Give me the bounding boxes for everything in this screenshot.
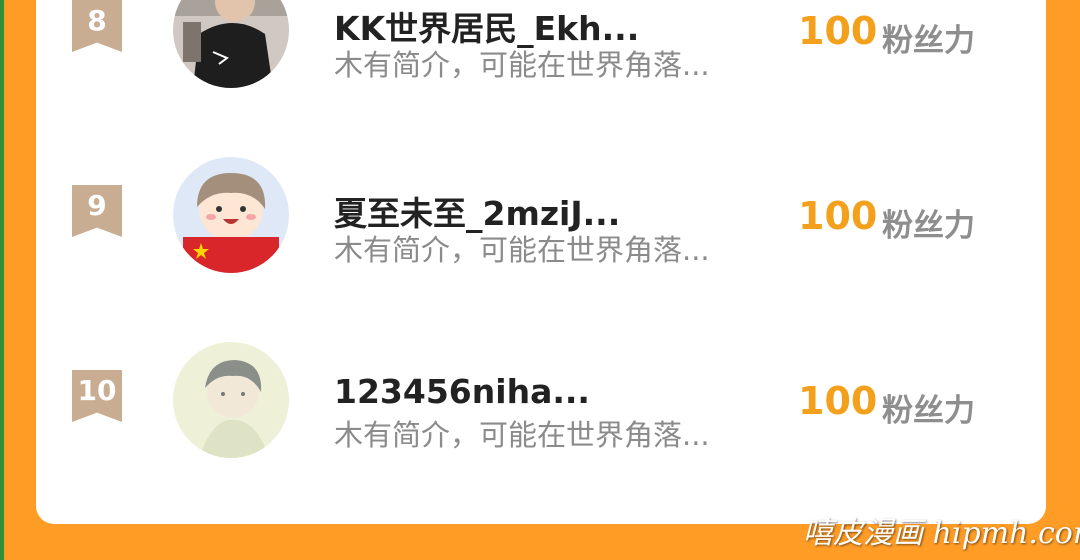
fan-power-label: 粉丝力: [882, 23, 975, 59]
user-avatar[interactable]: [173, 157, 289, 273]
user-name[interactable]: 123456niha...: [334, 372, 590, 411]
rank-number: 9: [87, 189, 107, 222]
rank-badge: 8: [72, 0, 122, 52]
rank-number: 10: [77, 374, 117, 407]
fan-power-value: 100: [798, 194, 878, 238]
ranking-card: 8 KK世界居民_Ekh... 木有简介，可能在世界角落... 100 粉丝力 …: [36, 0, 1046, 524]
fan-power-value: 100: [798, 379, 878, 423]
fan-power-value: 100: [798, 9, 878, 53]
user-avatar[interactable]: [173, 0, 289, 88]
left-edge-strip: [0, 0, 4, 560]
ranking-row[interactable]: 10 123456niha... 木有简介，可能在世界角落... 100 粉丝力: [36, 330, 1046, 480]
fan-power-label: 粉丝力: [882, 208, 975, 244]
rank-badge: 9: [72, 185, 122, 237]
user-description: 木有简介，可能在世界角落...: [334, 418, 710, 452]
site-watermark: 嘻皮漫画 hipmh.com: [803, 516, 1080, 551]
user-description: 木有简介，可能在世界角落...: [334, 233, 710, 267]
ranking-row[interactable]: 9 夏至未至_2mziJ... 木有简介，可能在世界角落... 100 粉丝力: [36, 145, 1046, 295]
user-description: 木有简介，可能在世界角落...: [334, 48, 710, 82]
avatar-anime-soft-image: [173, 342, 289, 458]
ranking-row[interactable]: 8 KK世界居民_Ekh... 木有简介，可能在世界角落... 100 粉丝力: [36, 0, 1046, 110]
rank-number: 8: [87, 4, 107, 37]
avatar-dark-clothing-image: [173, 0, 289, 88]
rank-badge: 10: [72, 370, 122, 422]
fan-power-label: 粉丝力: [882, 393, 975, 429]
user-avatar[interactable]: [173, 342, 289, 458]
avatar-cartoon-boy-flag-image: [173, 157, 289, 273]
